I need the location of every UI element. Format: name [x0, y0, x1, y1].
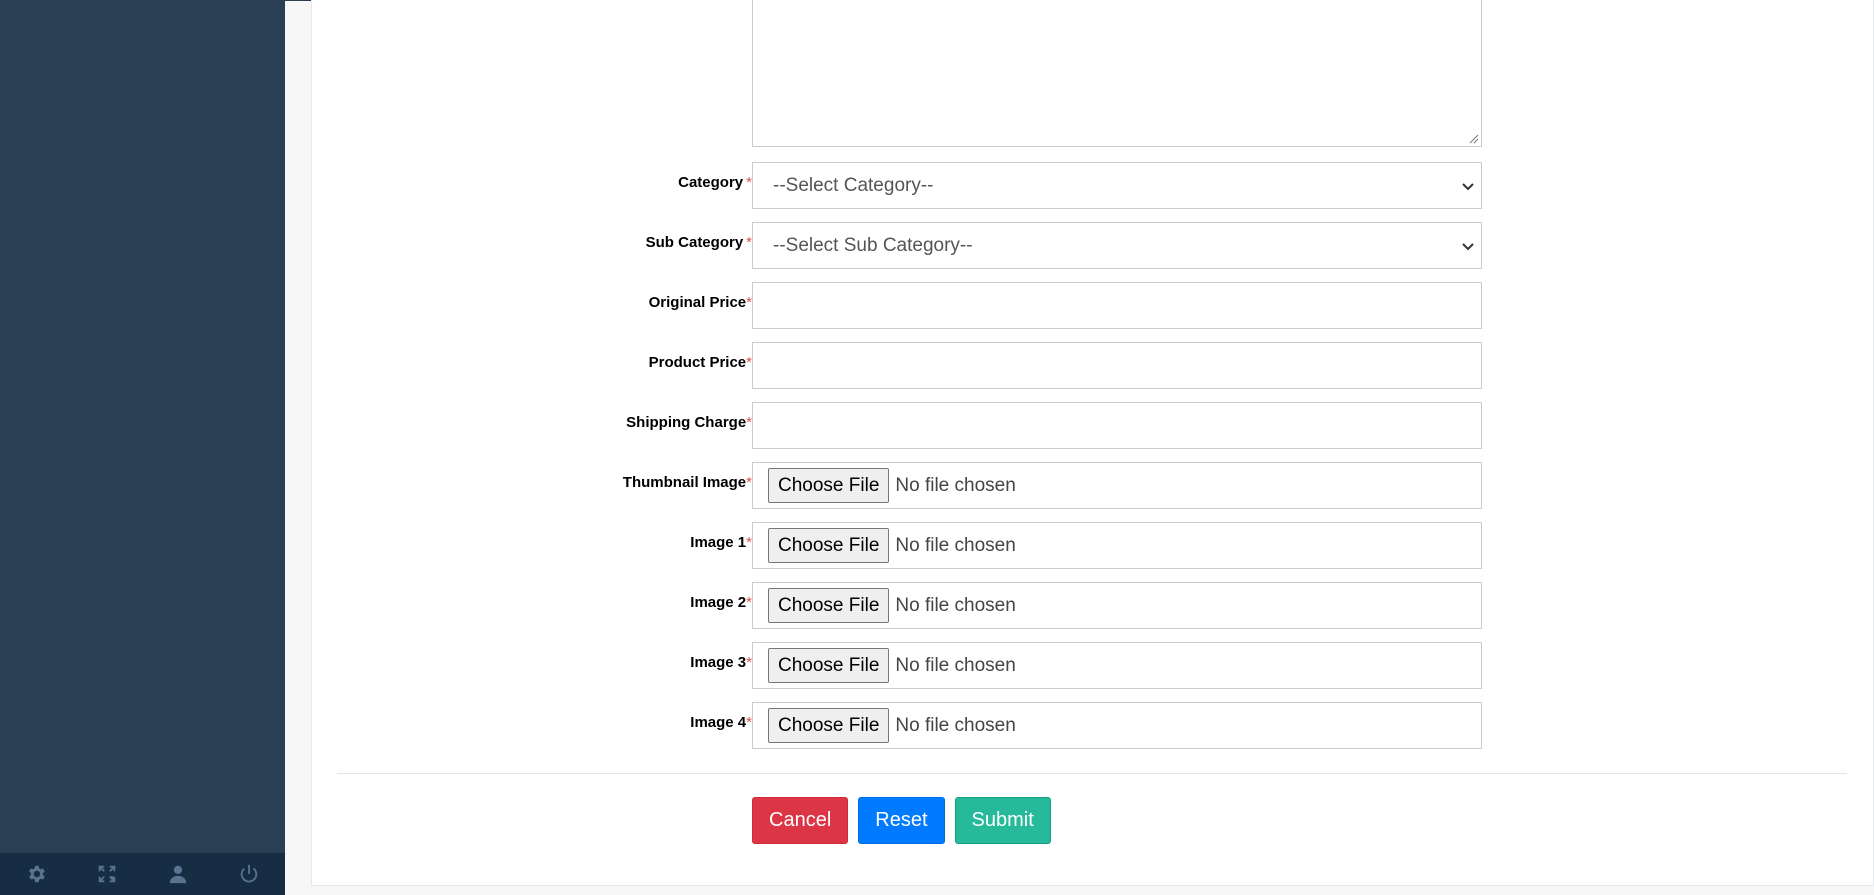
image1-label: Image 1* [690, 534, 752, 551]
image2-label: Image 2* [690, 594, 752, 611]
choose-file-button[interactable]: Choose File [768, 648, 890, 683]
profile-button[interactable] [143, 853, 214, 895]
thumbnail-image-label: Thumbnail Image* [622, 474, 752, 491]
file-status: No file chosen [895, 654, 1016, 676]
shipping-charge-input[interactable] [752, 402, 1482, 449]
resize-grip-icon [1469, 134, 1479, 144]
main-content: Category * --Select Category-- Sub Catego… [285, 0, 1874, 895]
file-status: No file chosen [895, 534, 1016, 556]
product-price-row: Product Price* [312, 342, 1512, 390]
sub-category-select[interactable]: --Select Sub Category-- [752, 222, 1482, 269]
image2-row: Image 2* Choose File No file chosen [312, 582, 1512, 630]
image1-file-input: Choose File No file chosen [752, 522, 1482, 569]
file-status: No file chosen [895, 594, 1016, 616]
sub-category-row: Sub Category * --Select Sub Category-- [312, 222, 1512, 270]
image1-row: Image 1* Choose File No file chosen [312, 522, 1512, 570]
image4-row: Image 4* Choose File No file chosen [312, 702, 1512, 750]
category-select[interactable]: --Select Category-- [752, 162, 1482, 209]
reset-button[interactable]: Reset [858, 797, 945, 844]
logout-button[interactable] [214, 853, 285, 895]
file-status: No file chosen [895, 474, 1016, 496]
chevron-down-icon [1462, 243, 1474, 251]
shipping-charge-row: Shipping Charge* [312, 402, 1512, 450]
settings-button[interactable] [0, 853, 71, 895]
sidebar [0, 0, 285, 895]
gear-icon [28, 865, 45, 883]
original-price-row: Original Price* [312, 282, 1512, 330]
category-label: Category * [678, 174, 752, 191]
fullscreen-icon [98, 865, 116, 883]
form-divider [337, 773, 1847, 774]
cancel-button[interactable]: Cancel [752, 797, 849, 844]
sub-category-selected-value: --Select Sub Category-- [773, 234, 973, 256]
choose-file-button[interactable]: Choose File [768, 588, 890, 623]
sidebar-footer [0, 853, 285, 895]
power-icon [241, 864, 258, 883]
product-price-input[interactable] [752, 342, 1482, 389]
thumbnail-image-file-input: Choose File No file chosen [752, 462, 1482, 509]
choose-file-button[interactable]: Choose File [768, 708, 890, 743]
submit-button[interactable]: Submit [954, 797, 1051, 844]
original-price-label: Original Price* [648, 294, 752, 311]
choose-file-button[interactable]: Choose File [768, 468, 890, 503]
thumbnail-image-row: Thumbnail Image* Choose File No file cho… [312, 462, 1512, 510]
image2-file-input: Choose File No file chosen [752, 582, 1482, 629]
product-form-panel: Category * --Select Category-- Sub Catego… [311, 0, 1874, 886]
form-actions: Cancel Reset Submit [752, 797, 1051, 844]
file-status: No file chosen [895, 714, 1016, 736]
image3-file-input: Choose File No file chosen [752, 642, 1482, 689]
image4-file-input: Choose File No file chosen [752, 702, 1482, 749]
description-textarea[interactable] [752, 0, 1482, 147]
choose-file-button[interactable]: Choose File [768, 528, 890, 563]
user-icon [169, 865, 187, 884]
original-price-input[interactable] [752, 282, 1482, 329]
chevron-down-icon [1462, 183, 1474, 191]
shipping-charge-label: Shipping Charge* [626, 414, 752, 431]
category-selected-value: --Select Category-- [773, 174, 934, 196]
image3-label: Image 3* [690, 654, 752, 671]
sub-category-label: Sub Category * [645, 234, 752, 251]
fullscreen-button[interactable] [71, 853, 142, 895]
image3-row: Image 3* Choose File No file chosen [312, 642, 1512, 690]
product-price-label: Product Price* [648, 354, 752, 371]
image4-label: Image 4* [690, 714, 752, 731]
category-row: Category * --Select Category-- [312, 162, 1512, 210]
